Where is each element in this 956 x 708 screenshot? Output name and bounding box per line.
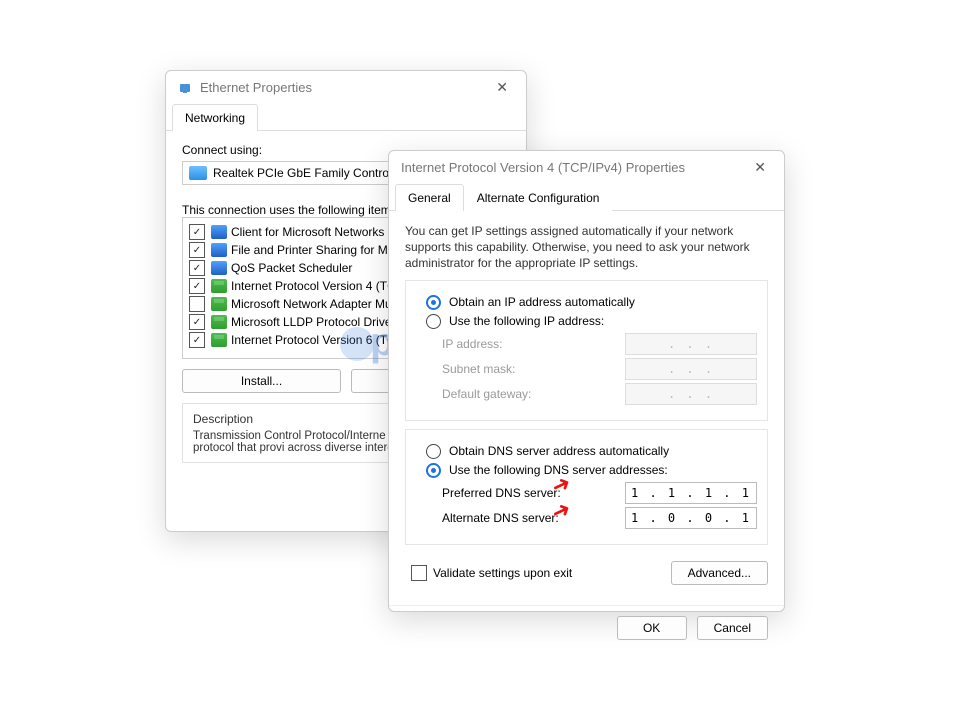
default-gateway-input: . . .: [625, 383, 757, 405]
list-item-label: Internet Protocol Version 6 (TCI: [231, 333, 399, 347]
radio-obtain-ip-auto[interactable]: Obtain an IP address automatically: [416, 295, 757, 310]
protocol-icon: [211, 279, 227, 293]
row-default-gateway: Default gateway: . . .: [442, 383, 757, 405]
ipv4-footer: OK Cancel: [389, 605, 784, 650]
row-ip-address: IP address: . . .: [442, 333, 757, 355]
list-item-label: Client for Microsoft Networks: [231, 225, 384, 239]
checkbox-icon[interactable]: [189, 314, 205, 330]
ipv4-intro: You can get IP settings assigned automat…: [405, 223, 768, 272]
tab-general[interactable]: General: [395, 184, 464, 211]
list-item-label: File and Printer Sharing for Micr: [231, 243, 400, 257]
radio-use-following-dns[interactable]: Use the following DNS server addresses:: [416, 463, 757, 478]
cancel-button[interactable]: Cancel: [697, 616, 768, 640]
radio-icon: [426, 444, 441, 459]
checkbox-icon[interactable]: [189, 278, 205, 294]
ipv4-titlebar: Internet Protocol Version 4 (TCP/IPv4) P…: [389, 151, 784, 184]
preferred-dns-input[interactable]: 1 . 1 . 1 . 1: [625, 482, 757, 504]
network-client-icon: [211, 243, 227, 257]
ipv4-properties-window: Internet Protocol Version 4 (TCP/IPv4) P…: [388, 150, 785, 612]
radio-obtain-dns-auto[interactable]: Obtain DNS server address automatically: [416, 444, 757, 459]
ipv4-panel: You can get IP settings assigned automat…: [389, 211, 784, 597]
tab-alternate-configuration[interactable]: Alternate Configuration: [464, 184, 613, 211]
list-item-label: Microsoft Network Adapter Mult: [231, 297, 398, 311]
checkbox-icon[interactable]: [189, 296, 205, 312]
protocol-icon: [211, 315, 227, 329]
checkbox-icon[interactable]: [189, 332, 205, 348]
row-subnet-mask: Subnet mask: . . .: [442, 358, 757, 380]
radio-selected-icon: [426, 295, 441, 310]
row-preferred-dns: Preferred DNS server: 1 . 1 . 1 . 1: [442, 482, 757, 504]
ip-address-input: . . .: [625, 333, 757, 355]
alternate-dns-input[interactable]: 1 . 0 . 0 . 1: [625, 507, 757, 529]
advanced-button[interactable]: Advanced...: [671, 561, 768, 585]
radio-selected-icon: [426, 463, 441, 478]
list-item-label: Internet Protocol Version 4 (TCI: [231, 279, 399, 293]
network-client-icon: [211, 261, 227, 275]
list-item-label: Microsoft LLDP Protocol Driver: [231, 315, 396, 329]
dns-group: Obtain DNS server address automatically …: [405, 429, 768, 545]
checkbox-icon[interactable]: [189, 224, 205, 240]
tab-networking[interactable]: Networking: [172, 104, 258, 131]
checkbox-icon[interactable]: [189, 242, 205, 258]
validate-settings-checkbox[interactable]: Validate settings upon exit: [411, 565, 671, 581]
radio-icon: [426, 314, 441, 329]
protocol-icon: [211, 333, 227, 347]
ipv4-close-icon[interactable]: ✕: [748, 159, 772, 176]
ok-button[interactable]: OK: [617, 616, 687, 640]
ethernet-close-icon[interactable]: ✕: [490, 79, 514, 96]
ip-address-group: Obtain an IP address automatically Use t…: [405, 280, 768, 421]
row-alternate-dns: Alternate DNS server: 1 . 0 . 0 . 1: [442, 507, 757, 529]
ethernet-titlebar: Ethernet Properties ✕: [166, 71, 526, 104]
protocol-icon: [211, 297, 227, 311]
network-client-icon: [211, 225, 227, 239]
radio-use-following-ip[interactable]: Use the following IP address:: [416, 314, 757, 329]
nic-icon: [189, 166, 207, 180]
checkbox-icon[interactable]: [189, 260, 205, 276]
list-item-label: QoS Packet Scheduler: [231, 261, 352, 275]
ipv4-title: Internet Protocol Version 4 (TCP/IPv4) P…: [401, 160, 748, 175]
subnet-mask-input: . . .: [625, 358, 757, 380]
install-button[interactable]: Install...: [182, 369, 341, 393]
nic-name: Realtek PCIe GbE Family Controlle: [213, 166, 401, 180]
ethernet-tabstrip: Networking: [166, 104, 526, 131]
ipv4-tabstrip: General Alternate Configuration: [389, 184, 784, 211]
ethernet-icon: [178, 81, 192, 95]
ethernet-title: Ethernet Properties: [200, 80, 490, 95]
checkbox-icon: [411, 565, 427, 581]
